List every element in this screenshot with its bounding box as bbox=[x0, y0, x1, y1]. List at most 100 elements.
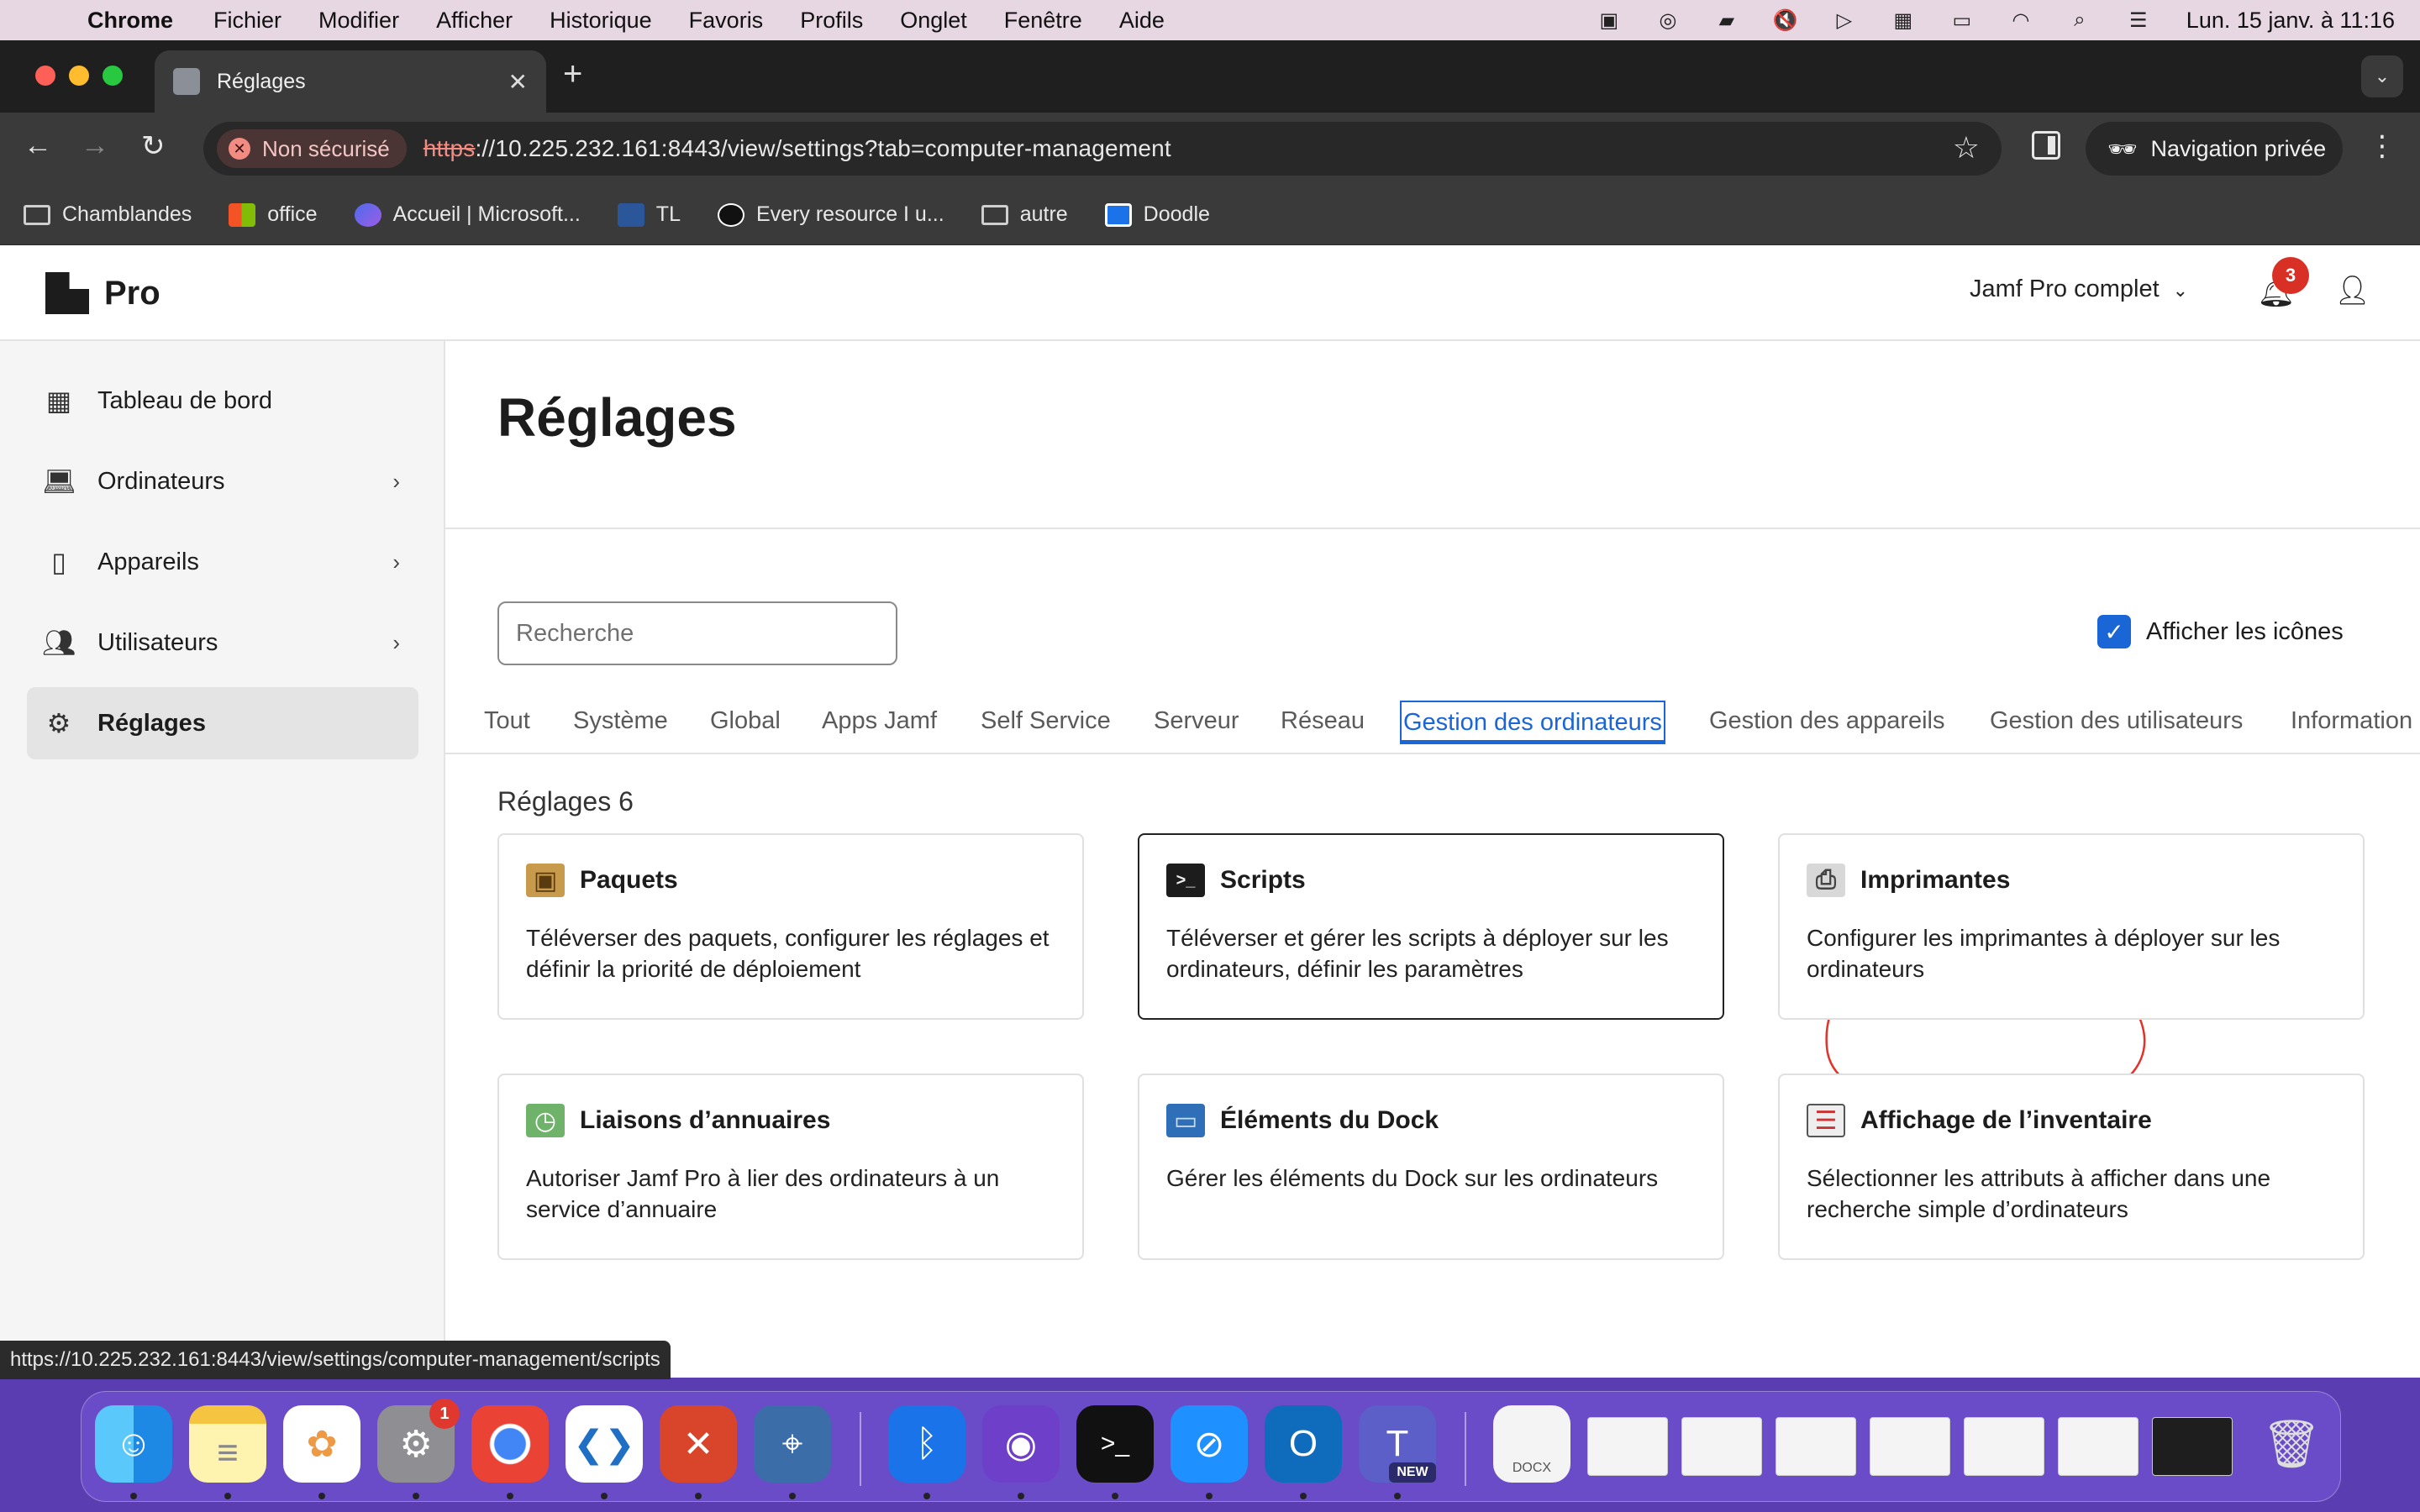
window-thumbnail[interactable] bbox=[1964, 1417, 2044, 1476]
browser-tab[interactable]: Réglages ✕ bbox=[155, 50, 546, 113]
wifi-icon[interactable]: ◠ bbox=[2007, 8, 2035, 33]
window-thumbnail[interactable] bbox=[2058, 1417, 2139, 1476]
user-account-icon[interactable]: 👤︎ bbox=[2334, 274, 2370, 307]
forward-arrow-icon[interactable]: → bbox=[81, 129, 109, 162]
finder-icon[interactable]: ☺ bbox=[95, 1405, 172, 1483]
battery-icon[interactable]: ▭ bbox=[1948, 8, 1976, 33]
environment-select[interactable]: Jamf Pro complet ⌄ bbox=[1970, 276, 2188, 303]
minimize-window-button[interactable] bbox=[69, 66, 89, 86]
jamf-logo[interactable]: Pro bbox=[45, 272, 160, 314]
menu-history[interactable]: Historique bbox=[550, 8, 652, 34]
sidebar-item-users[interactable]: 👥︎ Utilisateurs › bbox=[27, 606, 418, 679]
bookmark-every-resource[interactable]: Every resource I u... bbox=[717, 202, 944, 227]
photos-icon[interactable]: ✿ bbox=[283, 1405, 360, 1483]
card-packages[interactable]: ▣ Paquets Téléverser des paquets, config… bbox=[497, 833, 1084, 1020]
security-warning-chip[interactable]: ✕ Non sécurisé bbox=[217, 129, 407, 168]
docx-file-icon[interactable]: DOCX bbox=[1493, 1405, 1570, 1483]
keyboard-layout-icon[interactable]: ▦ bbox=[1889, 8, 1918, 33]
tab-computer-management[interactable]: Gestion des ordinateurs bbox=[1400, 701, 1665, 744]
card-inventory-display[interactable]: ☰ Affichage de l’inventaire Sélectionner… bbox=[1778, 1074, 2365, 1260]
close-tab-icon[interactable]: ✕ bbox=[508, 68, 528, 96]
tab-search-chevron-icon[interactable]: ⌄ bbox=[2361, 55, 2403, 97]
address-bar[interactable]: ✕ Non sécurisé https://10.225.232.161:84… bbox=[203, 122, 2002, 176]
outlook-status-icon[interactable]: ▣ bbox=[1595, 8, 1623, 33]
control-center-icon[interactable]: ☰ bbox=[2124, 8, 2153, 33]
bookmark-star-icon[interactable]: ☆ bbox=[1953, 130, 1980, 165]
menu-edit[interactable]: Modifier bbox=[318, 8, 399, 34]
chrome-icon[interactable] bbox=[471, 1405, 549, 1483]
menu-app-name[interactable]: Chrome bbox=[87, 8, 173, 34]
card-title: Liaisons d’annuaires bbox=[580, 1106, 831, 1134]
bookmark-tl[interactable]: TL bbox=[617, 202, 681, 227]
card-directory-bindings[interactable]: ◷ Liaisons d’annuaires Autoriser Jamf Pr… bbox=[497, 1074, 1084, 1260]
sidebar-item-devices[interactable]: ▯ Appareils › bbox=[27, 526, 418, 598]
tab-self-service[interactable]: Self Service bbox=[981, 702, 1111, 754]
card-scripts[interactable]: >_ Scripts Téléverser et gérer les scrip… bbox=[1138, 833, 1724, 1020]
menu-bookmarks[interactable]: Favoris bbox=[689, 8, 764, 34]
card-dock-items[interactable]: ▭ Éléments du Dock Gérer les éléments du… bbox=[1138, 1074, 1724, 1260]
window-thumbnail[interactable] bbox=[1587, 1417, 1668, 1476]
tab-information[interactable]: Information bbox=[2291, 702, 2412, 754]
tab-system[interactable]: Système bbox=[573, 702, 668, 754]
tab-network[interactable]: Réseau bbox=[1281, 702, 1365, 754]
card-header: ▣ Paquets bbox=[526, 864, 1055, 897]
menu-profiles[interactable]: Profils bbox=[800, 8, 863, 34]
tab-server[interactable]: Serveur bbox=[1154, 702, 1239, 754]
spotlight-search-icon[interactable]: ⌕ bbox=[2065, 8, 2094, 33]
show-icons-label: Afficher les icônes bbox=[2146, 617, 2344, 645]
menu-view[interactable]: Afficher bbox=[436, 8, 513, 34]
tab-user-management[interactable]: Gestion des utilisateurs bbox=[1990, 702, 2243, 754]
sidebar-item-dashboard[interactable]: ▦ Tableau de bord bbox=[27, 365, 418, 437]
bookmarks-bar: Chamblandes office Accueil | Microsoft..… bbox=[0, 185, 2420, 245]
show-icons-checkbox[interactable]: ✓ Afficher les icônes bbox=[2097, 615, 2344, 648]
bookmark-autre[interactable]: autre bbox=[981, 202, 1068, 227]
menu-window[interactable]: Fenêtre bbox=[1004, 8, 1082, 34]
remote-desktop-icon[interactable]: ✕ bbox=[660, 1405, 737, 1483]
card-printers[interactable]: ⎙ Imprimantes Configurer les imprimantes… bbox=[1778, 833, 2365, 1020]
outlook-icon[interactable]: O bbox=[1265, 1405, 1342, 1483]
sidebar-item-computers[interactable]: 💻︎ Ordinateurs › bbox=[27, 445, 418, 517]
more-menu-icon[interactable]: ⋮ bbox=[2368, 129, 2396, 163]
vscode-icon[interactable]: ❮❯ bbox=[566, 1405, 643, 1483]
card-title: Éléments du Dock bbox=[1220, 1106, 1439, 1134]
safari-icon[interactable]: ⊘ bbox=[1171, 1405, 1248, 1483]
bookmark-microsoft[interactable]: Accueil | Microsoft... bbox=[354, 202, 581, 227]
menu-help[interactable]: Aide bbox=[1119, 8, 1165, 34]
terminal-app-icon[interactable]: >_ bbox=[1076, 1405, 1154, 1483]
notes-icon[interactable]: ≡ bbox=[189, 1405, 266, 1483]
mute-icon[interactable]: 🔇 bbox=[1771, 8, 1800, 33]
play-icon[interactable]: ▷ bbox=[1830, 8, 1859, 33]
menu-file[interactable]: Fichier bbox=[213, 8, 281, 34]
binoculars-icon[interactable]: ⌖ bbox=[754, 1405, 831, 1483]
trash-icon[interactable]: 🗑︎ bbox=[2253, 1405, 2330, 1483]
reload-icon[interactable]: ↻ bbox=[141, 129, 166, 163]
card-title: Scripts bbox=[1220, 866, 1306, 894]
incognito-icon: 🕶 bbox=[2107, 135, 2138, 162]
window-thumbnail[interactable] bbox=[1776, 1417, 1856, 1476]
search-input[interactable] bbox=[497, 601, 897, 665]
bookmark-doodle[interactable]: Doodle bbox=[1104, 202, 1210, 227]
sidebar-item-settings[interactable]: ⚙ Réglages bbox=[27, 687, 418, 759]
creative-cloud-icon[interactable]: ◎ bbox=[1654, 8, 1682, 33]
zoom-window-button[interactable] bbox=[103, 66, 123, 86]
back-arrow-icon[interactable]: ← bbox=[24, 129, 52, 162]
tab-global[interactable]: Global bbox=[710, 702, 781, 754]
tab-jamf-apps[interactable]: Apps Jamf bbox=[822, 702, 937, 754]
close-window-button[interactable] bbox=[35, 66, 55, 86]
tab-device-management[interactable]: Gestion des appareils bbox=[1709, 702, 1945, 754]
menu-clock[interactable]: Lun. 15 janv. à 11:16 bbox=[2186, 8, 2395, 34]
side-panel-icon[interactable] bbox=[2032, 131, 2060, 160]
bluetooth-icon[interactable]: ᛒ bbox=[888, 1405, 965, 1483]
new-tab-icon[interactable]: + bbox=[563, 55, 582, 93]
github-icon[interactable]: ◉ bbox=[982, 1405, 1060, 1483]
chat-bubble-icon[interactable]: ▰ bbox=[1712, 8, 1741, 33]
url-text[interactable]: https://10.225.232.161:8443/view/setting… bbox=[424, 135, 1171, 162]
bookmark-chamblandes[interactable]: Chamblandes bbox=[24, 202, 192, 227]
window-thumbnail[interactable] bbox=[1681, 1417, 1762, 1476]
tab-all[interactable]: Tout bbox=[484, 702, 530, 754]
menu-tab[interactable]: Onglet bbox=[900, 8, 967, 34]
window-thumbnail[interactable] bbox=[1870, 1417, 1950, 1476]
window-thumbnail[interactable] bbox=[2152, 1417, 2233, 1476]
bookmark-office[interactable]: office bbox=[229, 202, 318, 227]
incognito-profile-button[interactable]: 🕶 Navigation privée bbox=[2086, 122, 2343, 176]
